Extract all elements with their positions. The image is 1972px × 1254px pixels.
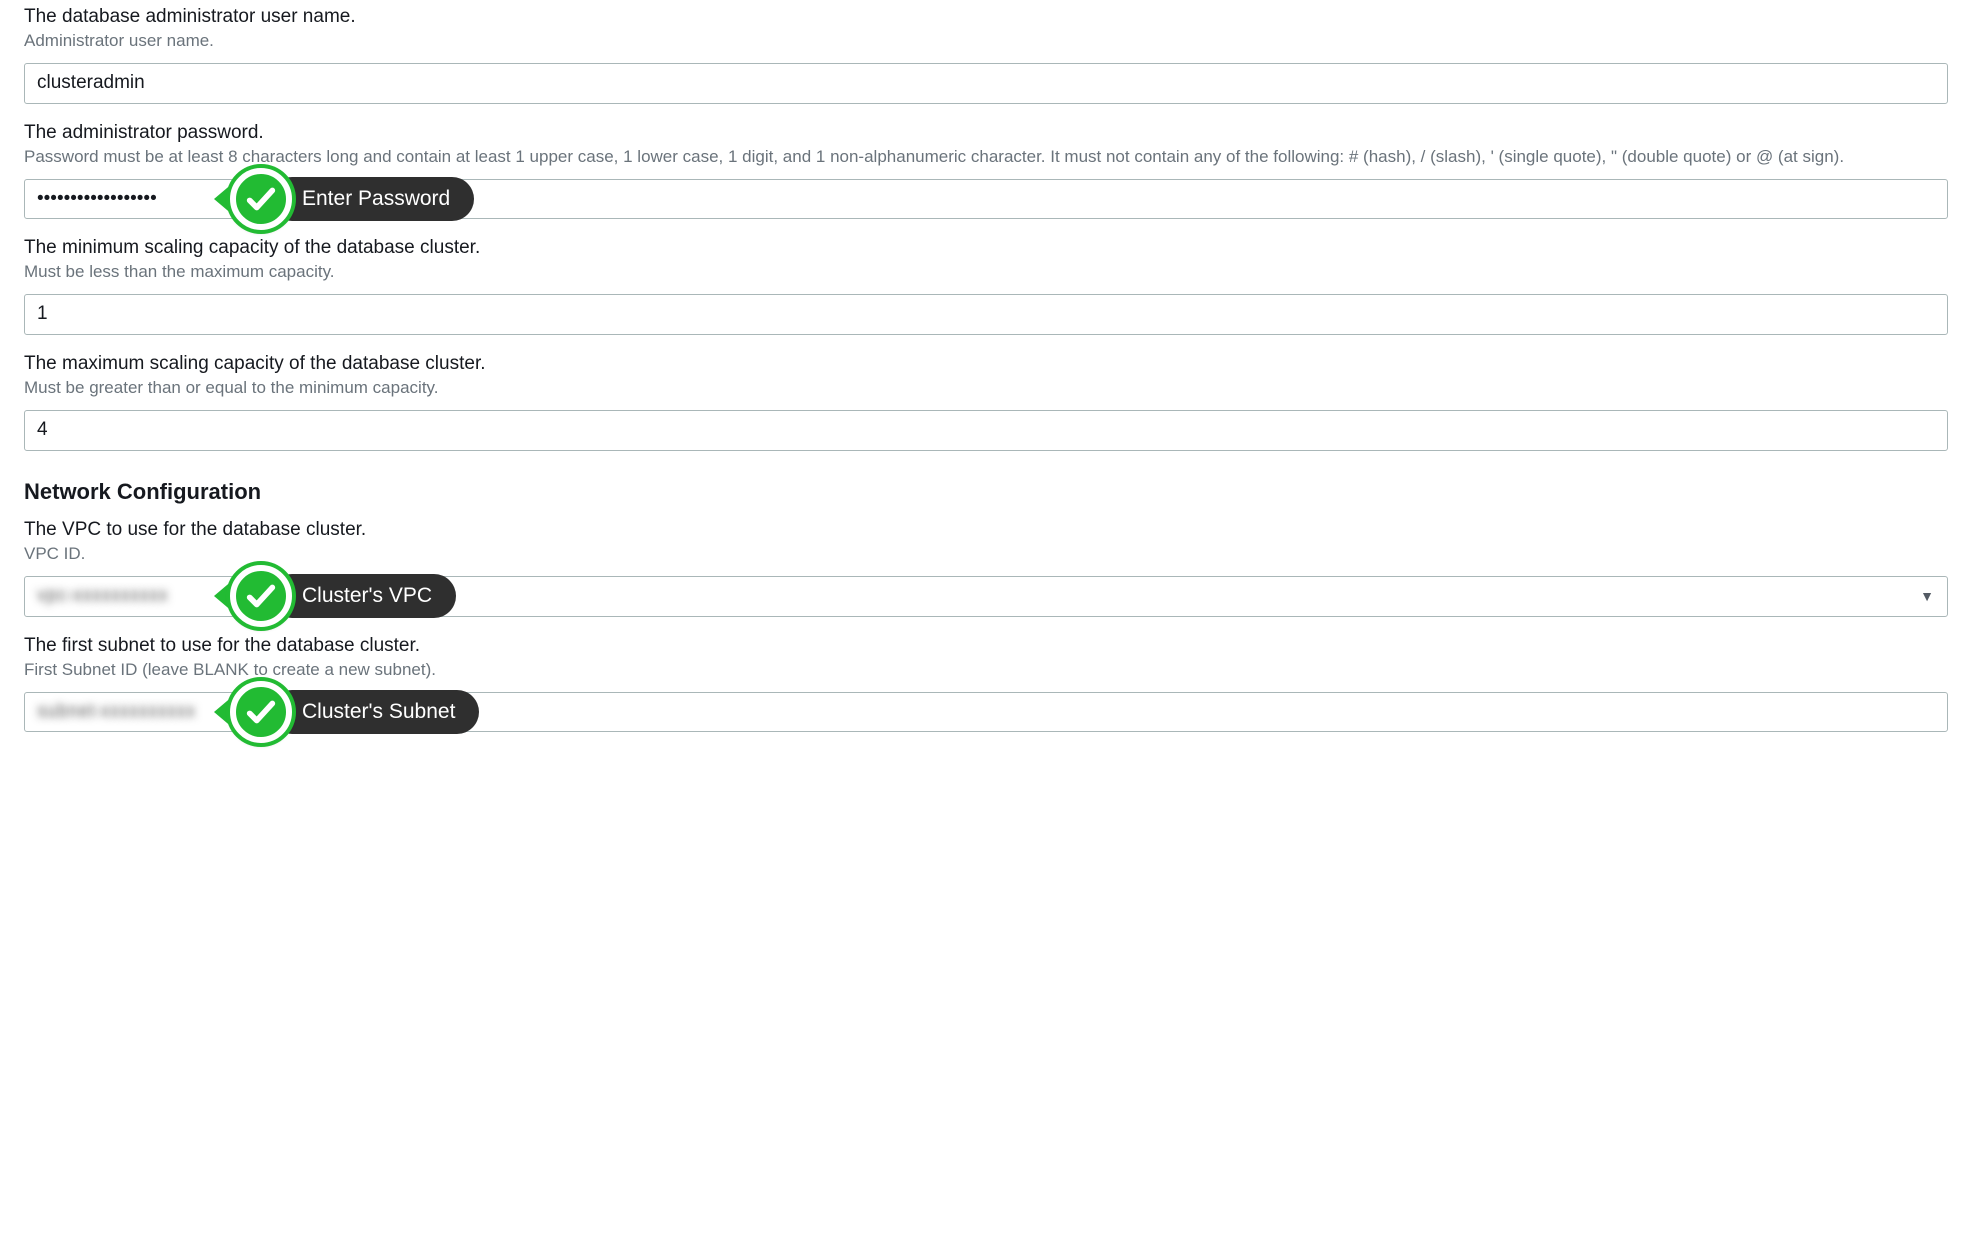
- admin-password-field: The administrator password. Password mus…: [24, 122, 1948, 220]
- max-scaling-field: The maximum scaling capacity of the data…: [24, 353, 1948, 451]
- max-scaling-label: The maximum scaling capacity of the data…: [24, 353, 1948, 375]
- checkmark-icon: [230, 565, 292, 627]
- subnet1-field: The first subnet to use for the database…: [24, 635, 1948, 733]
- callout-vpc: Cluster's VPC: [214, 565, 456, 627]
- max-scaling-hint: Must be greater than or equal to the min…: [24, 377, 1948, 400]
- vpc-field: The VPC to use for the database cluster.…: [24, 519, 1948, 617]
- min-scaling-input[interactable]: [24, 294, 1948, 335]
- subnet1-label: The first subnet to use for the database…: [24, 635, 1948, 657]
- admin-username-hint: Administrator user name.: [24, 30, 1948, 53]
- admin-password-label: The administrator password.: [24, 122, 1948, 144]
- callout-subnet-label: Cluster's Subnet: [270, 690, 479, 734]
- checkmark-icon: [230, 681, 292, 743]
- callout-password: Enter Password: [214, 168, 474, 230]
- vpc-hint: VPC ID.: [24, 543, 1948, 566]
- admin-username-label: The database administrator user name.: [24, 6, 1948, 28]
- network-config-heading: Network Configuration: [24, 479, 1948, 505]
- vpc-label: The VPC to use for the database cluster.: [24, 519, 1948, 541]
- max-scaling-input[interactable]: [24, 410, 1948, 451]
- min-scaling-field: The minimum scaling capacity of the data…: [24, 237, 1948, 335]
- callout-vpc-label: Cluster's VPC: [270, 574, 456, 618]
- admin-password-hint: Password must be at least 8 characters l…: [24, 146, 1948, 169]
- callout-subnet: Cluster's Subnet: [214, 681, 479, 743]
- checkmark-icon: [230, 168, 292, 230]
- min-scaling-label: The minimum scaling capacity of the data…: [24, 237, 1948, 259]
- admin-username-input[interactable]: [24, 63, 1948, 104]
- admin-username-field: The database administrator user name. Ad…: [24, 6, 1948, 104]
- callout-password-label: Enter Password: [270, 177, 474, 221]
- subnet1-hint: First Subnet ID (leave BLANK to create a…: [24, 659, 1948, 682]
- min-scaling-hint: Must be less than the maximum capacity.: [24, 261, 1948, 284]
